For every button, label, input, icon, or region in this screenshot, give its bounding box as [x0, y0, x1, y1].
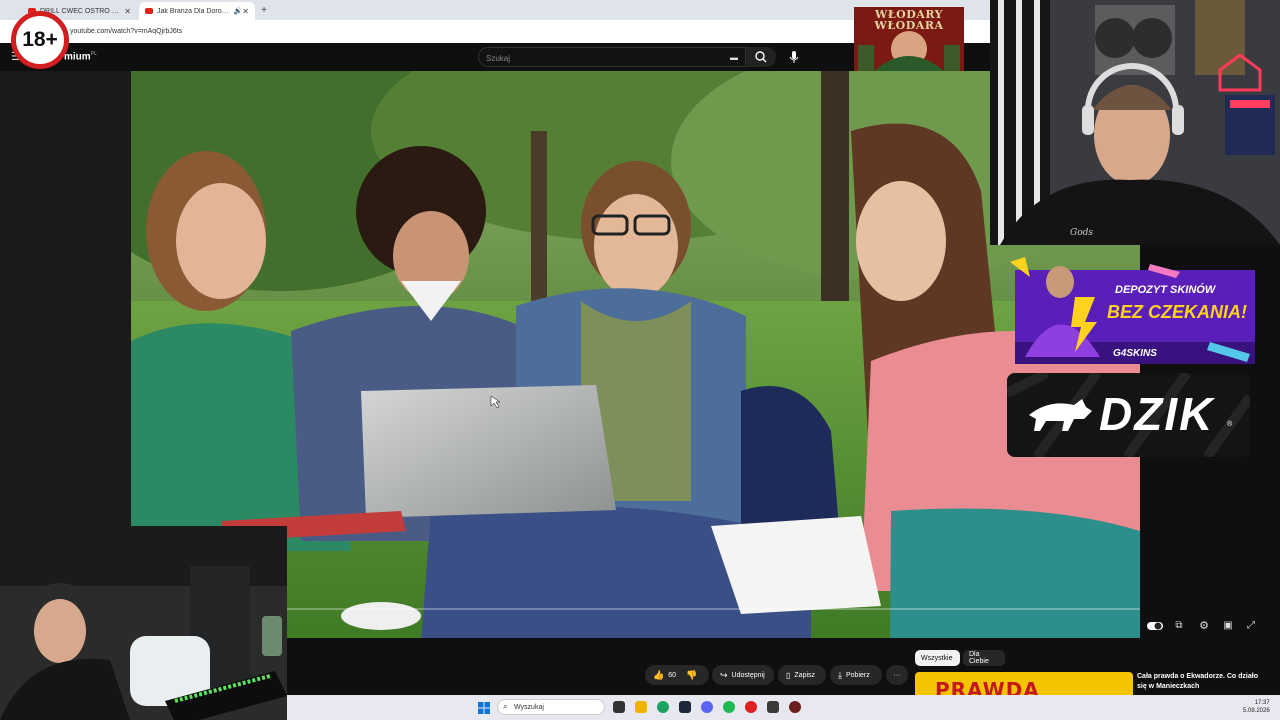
streamer-webcam: Gods: [990, 0, 1280, 245]
g4skins-headline-2: BEZ CZEKANIA!: [1107, 302, 1247, 322]
task-view-icon[interactable]: [613, 701, 625, 713]
dzik-logo-text: DZIK: [1099, 388, 1215, 440]
fullscreen-icon[interactable]: ⤢: [1244, 618, 1258, 632]
guest-webcam: [0, 526, 287, 720]
download-icon: ⤓: [838, 669, 842, 680]
spotify-icon[interactable]: [723, 701, 735, 713]
left-background: [0, 71, 131, 526]
app-icon-3[interactable]: [789, 701, 801, 713]
like-dislike-group: 👍 60 👎: [645, 665, 709, 685]
taskbar-search-input[interactable]: ⌕ Wyszukaj: [497, 699, 605, 715]
windows-start-icon[interactable]: [478, 701, 490, 714]
tab-title: Jak Branża Dla Dorosłych Szkodzi: [157, 7, 232, 15]
logo-text: mium: [64, 51, 91, 63]
like-count: 60: [668, 671, 677, 679]
like-button[interactable]: 👍 60: [653, 670, 676, 681]
logo-region: PL: [90, 51, 97, 57]
recommended-thumbnail[interactable]: PRAWDA: [915, 672, 1133, 696]
windows-taskbar: [287, 695, 1280, 720]
age-rating-badge: 18+: [11, 11, 69, 69]
browser-tab-2-active[interactable]: Jak Branża Dla Dorosłych Szkodzi 🔊 ✕: [139, 2, 255, 20]
search-icon: [755, 51, 767, 63]
new-tab-button[interactable]: +: [258, 4, 270, 16]
recommended-title[interactable]: Cała prawda o Ekwadorze. Co działo się w…: [1137, 672, 1267, 692]
video-progress-bar[interactable]: [287, 608, 1140, 610]
g4skins-headline-1: DEPOZYT SKINÓW: [1115, 284, 1216, 296]
save-label: Zapisz: [794, 671, 816, 679]
dzik-ad[interactable]: DZIK ®: [1007, 373, 1250, 457]
url-field[interactable]: youtube.com/watch?v=mAqQjrbJ6ts: [70, 24, 770, 39]
youtube-logo[interactable]: miumPL: [64, 51, 97, 62]
subtitles-icon[interactable]: ⧉: [1172, 618, 1186, 632]
thumbs-down-icon: 👎: [686, 669, 698, 680]
download-button[interactable]: ⤓ Pobierz: [830, 665, 882, 685]
search-icon: ⌕: [503, 702, 508, 711]
share-button[interactable]: ↪ Udostępnij: [712, 665, 774, 685]
webcam-frame: [990, 0, 1280, 245]
youtube-favicon-icon: [145, 8, 153, 14]
chip-for-you[interactable]: Dla Ciebie: [963, 650, 1005, 666]
app-icon-2[interactable]: [767, 701, 779, 713]
save-button[interactable]: ▯ Zapisz: [778, 665, 826, 685]
share-icon: ↪: [720, 669, 728, 680]
discord-icon[interactable]: [701, 701, 713, 713]
clock-date: 5.08.2026: [1243, 708, 1270, 714]
taskbar-search-placeholder: Wyszukaj: [514, 703, 544, 711]
steam-icon[interactable]: [679, 701, 691, 713]
miniplayer-icon[interactable]: ▣: [1221, 618, 1235, 632]
toggle-icon: [1147, 622, 1163, 630]
microphone-icon: [789, 51, 799, 63]
dislike-button[interactable]: 👎: [686, 670, 697, 681]
autoplay-toggle[interactable]: [1146, 619, 1164, 631]
search-button[interactable]: [746, 47, 776, 67]
dzik-registered-mark: ®: [1227, 421, 1233, 428]
webcam-frame-2: [0, 526, 287, 720]
settings-gear-icon[interactable]: ⚙: [1197, 618, 1211, 632]
app-icon[interactable]: [745, 701, 757, 713]
shirt-logo-text: Gods: [1070, 228, 1093, 238]
search-placeholder: Szukaj: [486, 54, 511, 63]
bookmark-icon: ▯: [786, 670, 791, 680]
file-explorer-icon[interactable]: [635, 701, 647, 713]
search-input[interactable]: Szukaj: [478, 47, 746, 67]
close-tab-icon[interactable]: ✕: [242, 7, 249, 16]
g4skins-ad[interactable]: DEPOZYT SKINÓW BEZ CZEKANIA! G4SKINS: [1005, 252, 1257, 368]
keyboard-icon[interactable]: ▬: [729, 52, 739, 62]
thumbnail-text: PRAWDA: [935, 678, 1040, 696]
close-tab-icon[interactable]: ✕: [124, 7, 131, 16]
download-label: Pobierz: [845, 671, 870, 679]
speaker-icon[interactable]: 🔊: [234, 7, 243, 15]
wlodary-banner: WŁODARY WŁODARA: [854, 7, 964, 71]
chip-all[interactable]: Wszystkie: [915, 650, 960, 666]
browser-tab-strip: DRILL CWEC OSTRO O LUDZIACH ✕ Jak Branża…: [0, 0, 990, 20]
wlodary-artwork: [858, 31, 960, 71]
share-label: Udostępnij: [731, 671, 765, 679]
clock-time: 17:37: [1254, 700, 1270, 706]
voice-search-button[interactable]: [784, 47, 804, 67]
thumbs-up-icon: 👍: [653, 669, 665, 680]
more-actions-button[interactable]: ···: [886, 665, 908, 685]
taskbar-clock[interactable]: 17:37 5.08.2026: [1243, 699, 1270, 715]
g4skins-brand: G4SKINS: [1113, 348, 1157, 359]
chrome-icon[interactable]: [657, 701, 669, 713]
